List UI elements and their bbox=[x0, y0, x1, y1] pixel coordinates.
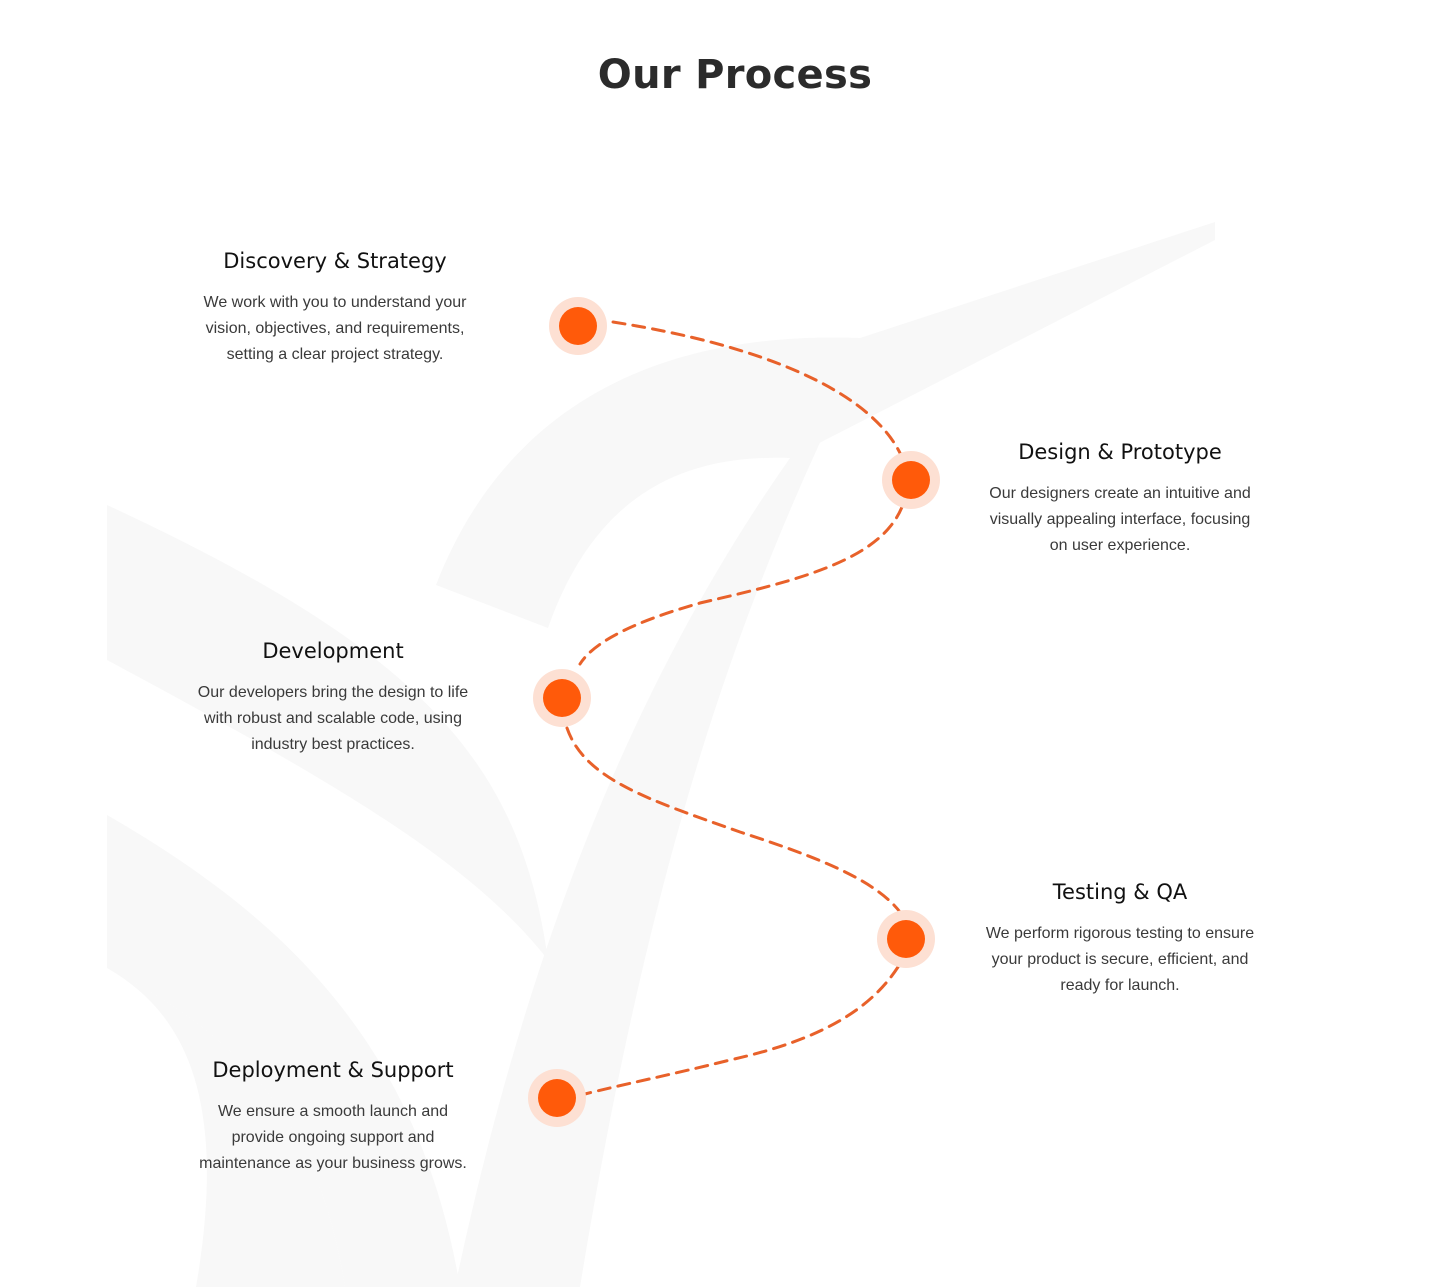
step-description: We work with you to understand your visi… bbox=[203, 294, 467, 363]
step-title: Testing & QA bbox=[1052, 880, 1188, 904]
process-node-1 bbox=[549, 297, 607, 355]
process-step-design: Design & Prototype Our designers create … bbox=[975, 437, 1265, 559]
process-step-development: Development Our developers bring the des… bbox=[188, 636, 478, 758]
process-connector-line bbox=[565, 320, 904, 1096]
process-step-deployment: Deployment & Support We ensure a smooth … bbox=[188, 1055, 478, 1177]
step-title: Discovery & Strategy bbox=[223, 249, 447, 273]
step-description: Our designers create an intuitive and vi… bbox=[989, 485, 1251, 554]
process-step-discovery: Discovery & Strategy We work with you to… bbox=[190, 246, 480, 368]
process-step-testing: Testing & QA We perform rigorous testing… bbox=[975, 877, 1265, 999]
step-description: We perform rigorous testing to ensure yo… bbox=[985, 925, 1255, 994]
process-node-5 bbox=[528, 1069, 586, 1127]
step-title: Deployment & Support bbox=[212, 1058, 454, 1082]
step-title: Design & Prototype bbox=[1018, 440, 1222, 464]
step-title: Development bbox=[262, 639, 404, 663]
process-node-3 bbox=[533, 669, 591, 727]
process-node-4 bbox=[877, 910, 935, 968]
step-description: Our developers bring the design to life … bbox=[197, 684, 469, 753]
page-title: Our Process bbox=[597, 52, 873, 98]
process-node-2 bbox=[882, 451, 940, 509]
step-description: We ensure a smooth launch and provide on… bbox=[199, 1103, 467, 1172]
